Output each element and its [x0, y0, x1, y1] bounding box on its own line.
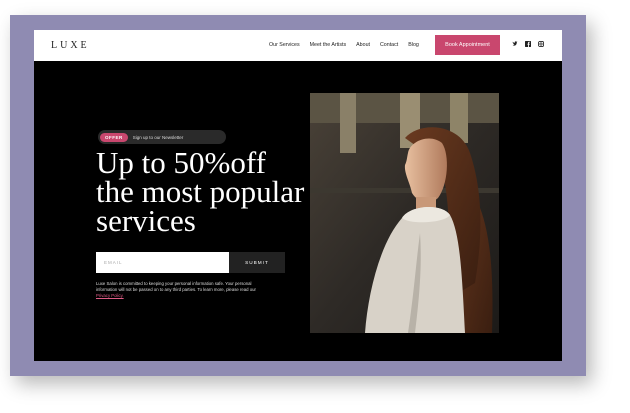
nav-link-our-services[interactable]: Our Services: [269, 42, 300, 48]
submit-button[interactable]: SUBMIT: [229, 252, 285, 273]
nav-link-about[interactable]: About: [356, 42, 370, 48]
instagram-icon[interactable]: [538, 41, 544, 47]
nav-link-contact[interactable]: Contact: [380, 42, 398, 48]
newsletter-badge[interactable]: OFFER Sign up to our Newsletter: [98, 130, 226, 144]
social-links: [512, 41, 551, 47]
nav-link-blog[interactable]: Blog: [408, 42, 419, 48]
headline-line-2: the most popular: [96, 174, 305, 209]
facebook-icon[interactable]: [525, 41, 531, 47]
newsletter-badge-text: Sign up to our Newsletter: [132, 134, 184, 140]
email-input[interactable]: EMAIL: [96, 252, 229, 273]
headline-line-3: services: [96, 203, 196, 238]
nav-links: Our Services Meet the Artists About Cont…: [269, 42, 429, 48]
privacy-disclaimer: Luxe Salon is committed to keeping your …: [96, 281, 256, 300]
hero-headline: Up to 50%off the most popular services: [96, 145, 336, 238]
brand-logo[interactable]: LUXE: [51, 40, 90, 51]
book-appointment-button[interactable]: Book Appointment: [435, 35, 500, 55]
website-mockup: LUXE Our Services Meet the Artists About…: [34, 30, 562, 361]
twitter-icon[interactable]: [512, 41, 518, 47]
top-navbar: LUXE Our Services Meet the Artists About…: [34, 30, 562, 61]
disclaimer-text: Luxe Salon is committed to keeping your …: [96, 281, 256, 293]
offer-tag: OFFER: [100, 132, 128, 142]
headline-line-1: Up to 50%off: [96, 145, 266, 180]
newsletter-form: EMAIL SUBMIT: [96, 252, 285, 273]
hero-portrait-image: [310, 93, 499, 333]
nav-link-meet-the-artists[interactable]: Meet the Artists: [310, 42, 347, 48]
privacy-policy-link[interactable]: Privacy Policy.: [96, 293, 124, 298]
